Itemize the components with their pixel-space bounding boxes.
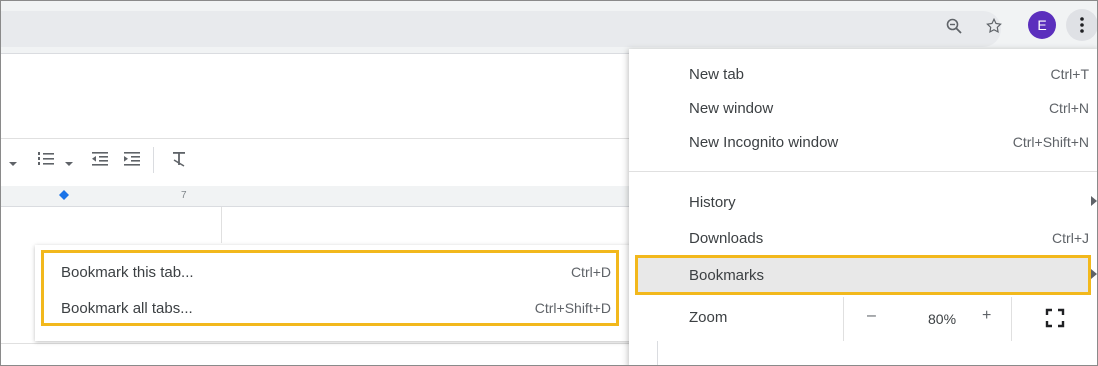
menu-item-shortcut: Ctrl+Shift+N: [1012, 134, 1089, 150]
clear-formatting-icon[interactable]: [171, 151, 187, 172]
fullscreen-icon[interactable]: [1044, 307, 1066, 329]
indent-marker[interactable]: [59, 190, 69, 203]
menu-item-label: New tab: [689, 65, 745, 83]
menu-item-label: Downloads: [689, 229, 764, 247]
toolbar-divider: [153, 147, 154, 173]
menu-edge: [657, 341, 658, 365]
zoom-divider: [843, 297, 844, 341]
menu-item-downloads[interactable]: Downloads Ctrl+J: [689, 223, 1089, 253]
menu-item-label: New window: [689, 99, 774, 117]
ruler-number: 7: [181, 190, 187, 201]
menu-divider: [629, 171, 1097, 172]
menu-item-new-incognito-window[interactable]: New Incognito window Ctrl+Shift+N: [689, 127, 1089, 157]
indent-increase-icon[interactable]: [123, 151, 141, 172]
address-bar[interactable]: [1, 11, 1001, 47]
highlight-box: [635, 255, 1091, 295]
docs-menu-area: [1, 54, 641, 138]
zoom-in-button[interactable]: +: [982, 307, 991, 325]
avatar-letter: E: [1037, 17, 1047, 33]
chevron-right-icon: [1091, 195, 1097, 209]
menu-item-label: History: [689, 193, 736, 211]
numbered-list-icon[interactable]: [37, 151, 55, 172]
chevron-down-icon[interactable]: [65, 153, 73, 173]
chevron-right-icon: [1091, 268, 1097, 282]
zoom-value: 80%: [928, 311, 957, 327]
more-vert-icon[interactable]: [1066, 9, 1097, 41]
indent-decrease-icon[interactable]: [91, 151, 109, 172]
menu-item-new-window[interactable]: New window Ctrl+N: [689, 93, 1089, 123]
zoom-divider: [1011, 297, 1012, 341]
menu-item-new-tab[interactable]: New tab Ctrl+T: [689, 59, 1089, 89]
menu-item-shortcut: Ctrl+T: [1050, 66, 1090, 82]
zoom-label: Zoom: [689, 309, 728, 326]
bookmark-star-icon[interactable]: [979, 11, 1009, 41]
profile-avatar[interactable]: E: [1028, 11, 1056, 39]
page-edge: [1, 207, 222, 243]
menu-item-label: New Incognito window: [689, 133, 839, 151]
browser-toolbar: E: [1, 1, 1097, 54]
menu-item-shortcut: Ctrl+J: [1052, 230, 1089, 246]
menu-item-history[interactable]: History: [689, 187, 1097, 217]
zoom-icon[interactable]: [939, 11, 969, 41]
screenshot-frame: E 7 Bookmark this tab... Ctrl+D Bookmark…: [0, 0, 1098, 366]
zoom-out-button[interactable]: –: [867, 307, 876, 325]
menu-item-shortcut: Ctrl+N: [1048, 100, 1089, 116]
highlight-box: [41, 250, 619, 326]
divider: [1, 343, 641, 344]
chevron-down-icon[interactable]: [9, 153, 17, 173]
document-ruler: [1, 186, 641, 207]
